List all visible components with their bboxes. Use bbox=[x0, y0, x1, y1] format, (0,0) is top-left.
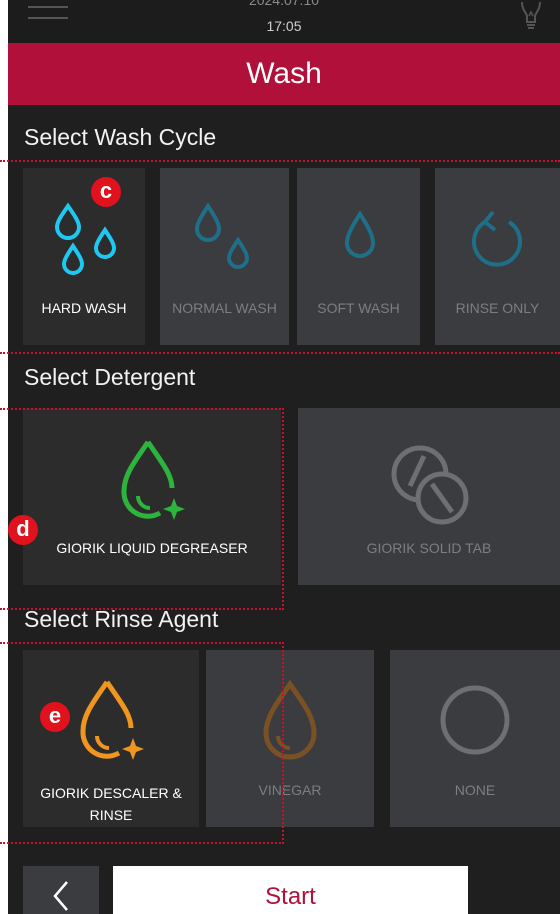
wash-option-rinse-only[interactable]: RINSE ONLY bbox=[435, 168, 560, 345]
page-title: Wash bbox=[8, 43, 560, 105]
lightbulb-icon[interactable] bbox=[518, 0, 544, 34]
rinse-agent-title: Select Rinse Agent bbox=[24, 606, 219, 632]
wash-option-label: SOFT WASH bbox=[317, 300, 400, 316]
wash-option-hard-wash[interactable]: HARD WASH bbox=[23, 168, 145, 345]
back-button[interactable] bbox=[23, 866, 99, 914]
detergent-option-solid-tab[interactable]: GIORIK SOLID TAB bbox=[298, 408, 560, 585]
two-drops-icon bbox=[194, 202, 250, 269]
annotation-box-detergent bbox=[0, 408, 284, 610]
detergent-title: Select Detergent bbox=[24, 364, 196, 390]
annotation-badge-e: e bbox=[40, 702, 70, 732]
none-circle-icon bbox=[440, 685, 510, 755]
status-date: 2024.07.10 bbox=[248, 0, 320, 8]
wash-option-label: NORMAL WASH bbox=[172, 300, 277, 316]
annotation-line bbox=[0, 352, 560, 354]
rinse-option-none[interactable]: NONE bbox=[390, 650, 560, 827]
wash-cycle-title: Select Wash Cycle bbox=[24, 124, 217, 150]
bottom-bar: Start bbox=[8, 866, 560, 914]
status-time: 17:05 bbox=[266, 18, 302, 34]
chevron-left-icon bbox=[53, 881, 68, 911]
rinse-arrow-icon bbox=[472, 210, 522, 267]
solid-tab-icon bbox=[391, 445, 469, 525]
rinse-option-label: NONE bbox=[454, 782, 496, 798]
wash-option-label: RINSE ONLY bbox=[455, 300, 540, 316]
annotation-badge-c: c bbox=[91, 177, 121, 207]
annotation-box-rinse bbox=[0, 642, 284, 844]
wash-option-label: HARD WASH bbox=[41, 300, 127, 316]
drop-icon bbox=[344, 210, 376, 258]
wash-option-normal-wash[interactable]: NORMAL WASH bbox=[160, 168, 289, 345]
three-drops-icon bbox=[54, 202, 117, 275]
annotation-badge-d: d bbox=[8, 515, 38, 545]
annotation-line bbox=[0, 160, 560, 162]
status-bar: 2024.07.10 17:05 bbox=[8, 0, 560, 42]
detergent-option-label: GIORIK SOLID TAB bbox=[366, 540, 492, 556]
start-button[interactable]: Start bbox=[113, 866, 468, 914]
wash-option-soft-wash[interactable]: SOFT WASH bbox=[297, 168, 420, 345]
